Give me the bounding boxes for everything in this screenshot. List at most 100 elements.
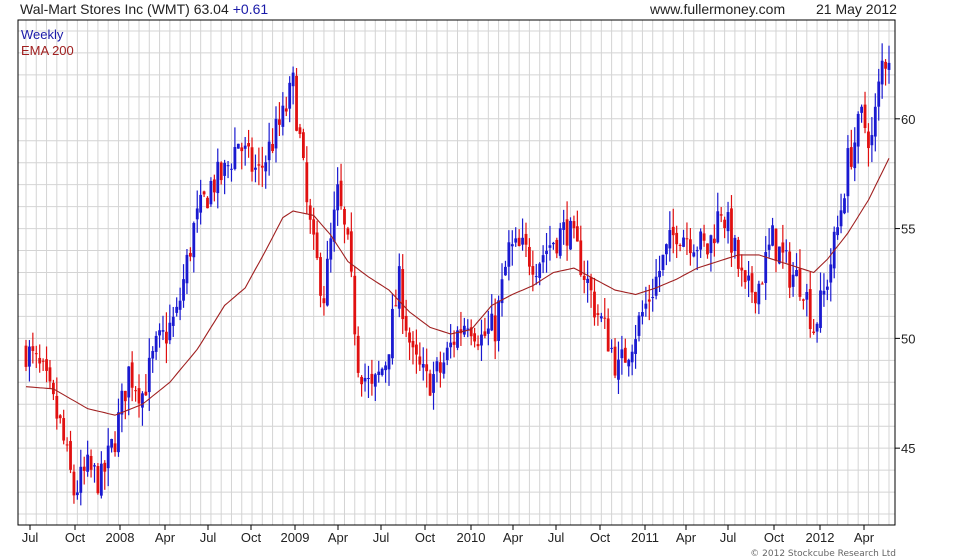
candle-body: [353, 275, 357, 335]
candle-body: [733, 237, 737, 251]
legend: WeeklyEMA 200: [21, 27, 74, 58]
candle: [815, 322, 819, 343]
candle: [240, 142, 244, 170]
candle-body: [233, 147, 237, 169]
candle-body: [606, 318, 610, 352]
candle: [69, 430, 72, 474]
candle-body: [418, 356, 422, 365]
candle-body: [545, 250, 548, 255]
candle-body: [877, 81, 881, 107]
candle: [137, 374, 141, 418]
candle: [24, 339, 28, 372]
candle-body: [370, 373, 374, 384]
candle-body: [867, 131, 870, 149]
candle-body: [825, 286, 829, 290]
candle-body: [387, 354, 391, 370]
candle: [582, 260, 586, 294]
candle-body: [620, 349, 624, 359]
candle-body: [870, 135, 874, 146]
candle: [154, 331, 158, 360]
candle: [165, 312, 168, 364]
candle-body: [322, 298, 326, 304]
candle: [812, 318, 816, 335]
x-tick-label: Jul: [373, 530, 390, 545]
candle-body: [188, 252, 192, 257]
candle-body: [709, 235, 713, 254]
candle: [740, 254, 744, 287]
candle-body: [62, 418, 66, 441]
candle-body: [130, 362, 134, 388]
candle: [514, 227, 518, 247]
candle: [743, 270, 747, 289]
candle: [569, 217, 572, 251]
candle-body: [154, 335, 158, 352]
candle: [579, 225, 583, 277]
candle-body: [774, 228, 778, 261]
candle: [630, 344, 634, 376]
candle: [93, 463, 96, 483]
candle-body: [784, 250, 788, 252]
candle-body: [791, 274, 795, 287]
candle-body: [644, 303, 648, 309]
candle-body: [195, 208, 199, 220]
candle: [596, 304, 600, 326]
candle-body: [702, 233, 706, 241]
candle: [377, 360, 381, 383]
candle-body: [401, 269, 405, 320]
candle-body: [781, 242, 785, 253]
candle-body: [788, 251, 792, 288]
candle-body: [329, 238, 333, 260]
candle-body: [380, 368, 384, 375]
candle: [141, 391, 144, 426]
candle-body: [661, 254, 665, 270]
candle: [82, 456, 86, 485]
candle-body: [278, 119, 281, 125]
candle: [620, 335, 624, 375]
candle-body: [185, 254, 189, 284]
candle: [123, 390, 127, 420]
candle: [257, 147, 261, 186]
candle-body: [391, 308, 394, 359]
candle: [613, 338, 617, 379]
candle: [199, 179, 203, 225]
candle-body: [312, 219, 316, 235]
price-chart: 45 50 55 60 Jul Oct 2008 Apr Jul Oct 2009 Apr Jul Oct…: [17, 19, 915, 545]
candle: [319, 252, 322, 308]
candle-body: [754, 291, 757, 304]
candle-body: [617, 359, 620, 380]
candle: [428, 369, 432, 397]
candle: [188, 247, 192, 262]
candle: [445, 341, 449, 366]
candle-body: [291, 72, 295, 87]
candle: [736, 236, 740, 277]
candle-body: [572, 221, 576, 229]
candle-body: [627, 359, 631, 367]
candle-body: [473, 333, 477, 342]
candle: [795, 253, 798, 277]
candle: [641, 300, 644, 325]
candle-body: [514, 238, 518, 243]
candle-body: [89, 455, 93, 470]
candle-body: [363, 377, 367, 382]
candle: [418, 342, 422, 371]
candle-body: [308, 205, 312, 220]
candle-body: [325, 258, 329, 306]
candle: [106, 428, 110, 487]
candle: [158, 323, 161, 348]
candle: [305, 146, 309, 214]
x-tick-label: Oct: [415, 530, 436, 545]
candle-body: [849, 147, 853, 167]
candle-body: [117, 412, 120, 453]
candle: [284, 96, 288, 117]
candle-body: [452, 341, 456, 345]
candle-body: [206, 197, 209, 209]
candle: [254, 154, 257, 183]
candle-body: [593, 291, 596, 318]
candle: [291, 66, 295, 105]
candle: [634, 324, 637, 369]
candle-body: [445, 347, 449, 361]
candle: [510, 230, 514, 266]
candle: [120, 383, 124, 433]
candle-body: [247, 143, 250, 147]
candle: [178, 287, 182, 321]
